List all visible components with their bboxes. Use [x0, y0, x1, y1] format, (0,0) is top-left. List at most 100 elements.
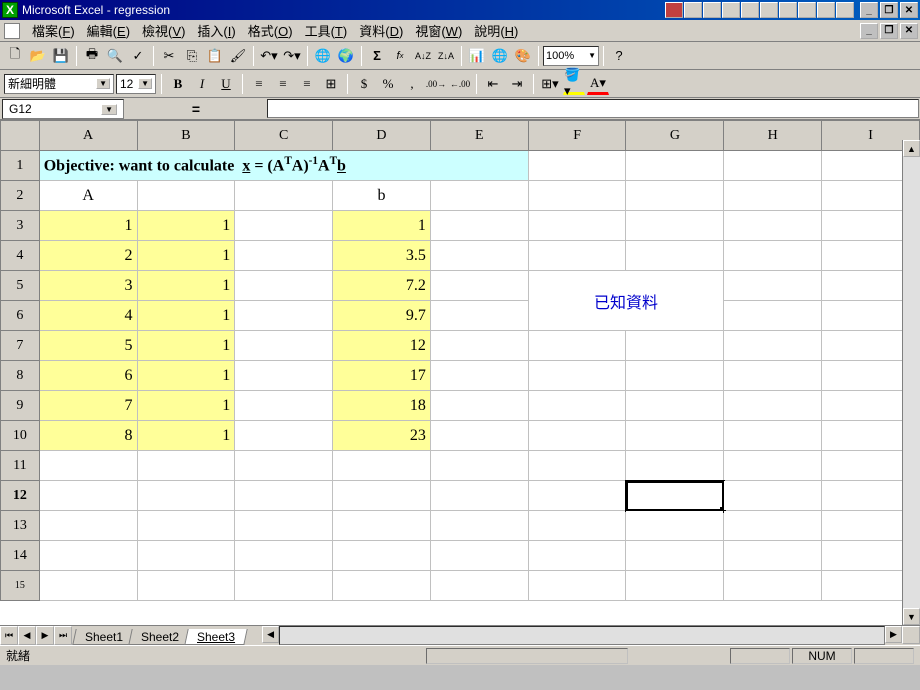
row-header-8[interactable]: 8 — [1, 361, 40, 391]
menu-format[interactable]: 格式(O) — [242, 19, 299, 42]
spellcheck-button[interactable]: ✓ — [127, 45, 149, 67]
cell-D10[interactable]: 23 — [333, 421, 431, 451]
cell-F2[interactable] — [528, 181, 626, 211]
col-header-C[interactable]: C — [235, 121, 333, 151]
cell-H8[interactable] — [724, 361, 822, 391]
cell-E6[interactable] — [430, 301, 528, 331]
cell-E7[interactable] — [430, 331, 528, 361]
cell-A15[interactable] — [39, 571, 137, 601]
row-header-14[interactable]: 14 — [1, 541, 40, 571]
cell-B3[interactable]: 1 — [137, 211, 235, 241]
cell-E11[interactable] — [430, 451, 528, 481]
menu-edit[interactable]: 編輯(E) — [81, 19, 136, 42]
cell-H11[interactable] — [724, 451, 822, 481]
cell-A10[interactable]: 8 — [39, 421, 137, 451]
print-preview-button[interactable]: 🔍 — [104, 45, 126, 67]
systray-icon[interactable] — [836, 2, 854, 18]
cell-D12[interactable] — [333, 481, 431, 511]
cell-B4[interactable]: 1 — [137, 241, 235, 271]
cell-D5[interactable]: 7.2 — [333, 271, 431, 301]
underline-button[interactable]: U — [215, 73, 237, 95]
font-size-combo[interactable]: 12 ▼ — [116, 74, 156, 94]
scroll-right-button[interactable]: ▶ — [885, 626, 902, 643]
cell-F14[interactable] — [528, 541, 626, 571]
cell-H13[interactable] — [724, 511, 822, 541]
row-header-5[interactable]: 5 — [1, 271, 40, 301]
scroll-down-button[interactable]: ▼ — [903, 608, 920, 625]
cell-E9[interactable] — [430, 391, 528, 421]
cell-C4[interactable] — [235, 241, 333, 271]
cell-G14[interactable] — [626, 541, 724, 571]
cell-E8[interactable] — [430, 361, 528, 391]
scroll-track[interactable] — [903, 157, 920, 608]
cell-A13[interactable] — [39, 511, 137, 541]
cell-F9[interactable] — [528, 391, 626, 421]
align-right-button[interactable]: ≡ — [296, 73, 318, 95]
cell-D14[interactable] — [333, 541, 431, 571]
cell-E3[interactable] — [430, 211, 528, 241]
cell-E5[interactable] — [430, 271, 528, 301]
menu-insert[interactable]: 插入(I) — [191, 19, 241, 42]
systray-icon[interactable] — [760, 2, 778, 18]
web-toolbar-button[interactable]: 🌍 — [335, 45, 357, 67]
cell-H3[interactable] — [724, 211, 822, 241]
cell-B13[interactable] — [137, 511, 235, 541]
menu-view[interactable]: 檢視(V) — [136, 19, 191, 42]
cell-G3[interactable] — [626, 211, 724, 241]
cell-B6[interactable]: 1 — [137, 301, 235, 331]
undo-button[interactable]: ↶▾ — [258, 45, 280, 67]
cell-A4[interactable]: 2 — [39, 241, 137, 271]
comma-button[interactable]: , — [401, 73, 423, 95]
cell-E4[interactable] — [430, 241, 528, 271]
cell-H1[interactable] — [724, 151, 822, 181]
document-icon[interactable] — [4, 23, 20, 39]
systray-icon[interactable] — [722, 2, 740, 18]
cell-G9[interactable] — [626, 391, 724, 421]
cell-H2[interactable] — [724, 181, 822, 211]
col-header-H[interactable]: H — [724, 121, 822, 151]
cell-B5[interactable]: 1 — [137, 271, 235, 301]
cell-C10[interactable] — [235, 421, 333, 451]
first-sheet-button[interactable]: ⏮ — [0, 626, 18, 645]
col-header-B[interactable]: B — [137, 121, 235, 151]
increase-indent-button[interactable]: ⇥ — [506, 73, 528, 95]
known-data-label[interactable]: 已知資料 — [528, 271, 724, 331]
cell-B12[interactable] — [137, 481, 235, 511]
cell-C9[interactable] — [235, 391, 333, 421]
cell-A5[interactable]: 3 — [39, 271, 137, 301]
row-header-6[interactable]: 6 — [1, 301, 40, 331]
col-header-E[interactable]: E — [430, 121, 528, 151]
cell-A6[interactable]: 4 — [39, 301, 137, 331]
systray-icon[interactable] — [665, 2, 683, 18]
cell-A11[interactable] — [39, 451, 137, 481]
currency-button[interactable]: $ — [353, 73, 375, 95]
cell-H10[interactable] — [724, 421, 822, 451]
cell-C12[interactable] — [235, 481, 333, 511]
cell-D2[interactable]: b — [333, 181, 431, 211]
sheet-tab-3[interactable]: Sheet3 — [184, 629, 247, 645]
cell-A7[interactable]: 5 — [39, 331, 137, 361]
cell-C11[interactable] — [235, 451, 333, 481]
cell-A1[interactable]: Objective: want to calculate x = (ATA)-1… — [39, 151, 528, 181]
cell-D15[interactable] — [333, 571, 431, 601]
cell-B11[interactable] — [137, 451, 235, 481]
decrease-indent-button[interactable]: ⇤ — [482, 73, 504, 95]
systray-icon[interactable] — [741, 2, 759, 18]
cell-C14[interactable] — [235, 541, 333, 571]
systray-icon[interactable] — [684, 2, 702, 18]
last-sheet-button[interactable]: ⏭ — [54, 626, 72, 645]
row-header-1[interactable]: 1 — [1, 151, 40, 181]
hyperlink-button[interactable]: 🌐 — [312, 45, 334, 67]
cell-G13[interactable] — [626, 511, 724, 541]
sheet-tab-1[interactable]: Sheet1 — [72, 629, 135, 645]
increase-decimal-button[interactable]: .00→ — [425, 73, 447, 95]
cell-H14[interactable] — [724, 541, 822, 571]
zoom-combo[interactable]: 100% ▼ — [543, 46, 599, 66]
cell-G4[interactable] — [626, 241, 724, 271]
cell-A12[interactable] — [39, 481, 137, 511]
cut-button[interactable]: ✂ — [158, 45, 180, 67]
cell-H6[interactable] — [724, 301, 822, 331]
menu-window[interactable]: 視窗(W) — [409, 19, 468, 42]
cell-E2[interactable] — [430, 181, 528, 211]
bold-button[interactable]: B — [167, 73, 189, 95]
